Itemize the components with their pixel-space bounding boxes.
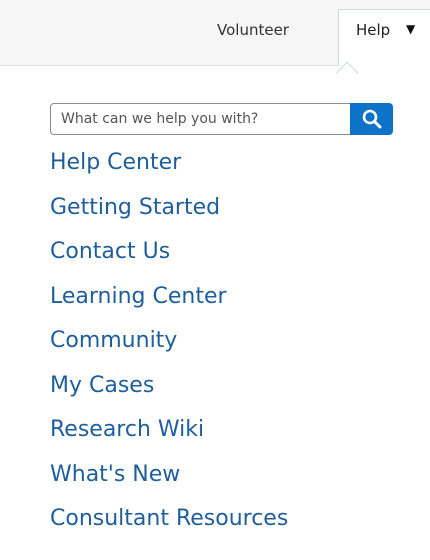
help-dropdown-panel: Help Center Getting Started Contact Us L… (0, 66, 430, 560)
top-navigation-bar: Volunteer Help ▼ (0, 0, 430, 67)
research-wiki-link[interactable]: Research Wiki (50, 416, 288, 461)
contact-us-link[interactable]: Contact Us (50, 238, 288, 283)
community-link[interactable]: Community (50, 327, 288, 372)
help-links-list: Help Center Getting Started Contact Us L… (50, 149, 288, 550)
my-cases-link[interactable]: My Cases (50, 372, 288, 417)
help-menu-toggle[interactable]: Help ▼ (338, 9, 430, 67)
learning-center-link[interactable]: Learning Center (50, 283, 288, 328)
help-label: Help (356, 21, 391, 39)
whats-new-link[interactable]: What's New (50, 461, 288, 506)
help-search-box (50, 103, 393, 135)
chevron-down-icon: ▼ (406, 22, 416, 36)
consultant-resources-link[interactable]: Consultant Resources (50, 505, 288, 550)
help-search-button[interactable] (350, 103, 393, 135)
help-center-link[interactable]: Help Center (50, 149, 288, 194)
volunteer-link[interactable]: Volunteer (217, 21, 289, 39)
search-icon (362, 109, 382, 129)
help-search-input[interactable] (50, 103, 350, 135)
getting-started-link[interactable]: Getting Started (50, 194, 288, 239)
